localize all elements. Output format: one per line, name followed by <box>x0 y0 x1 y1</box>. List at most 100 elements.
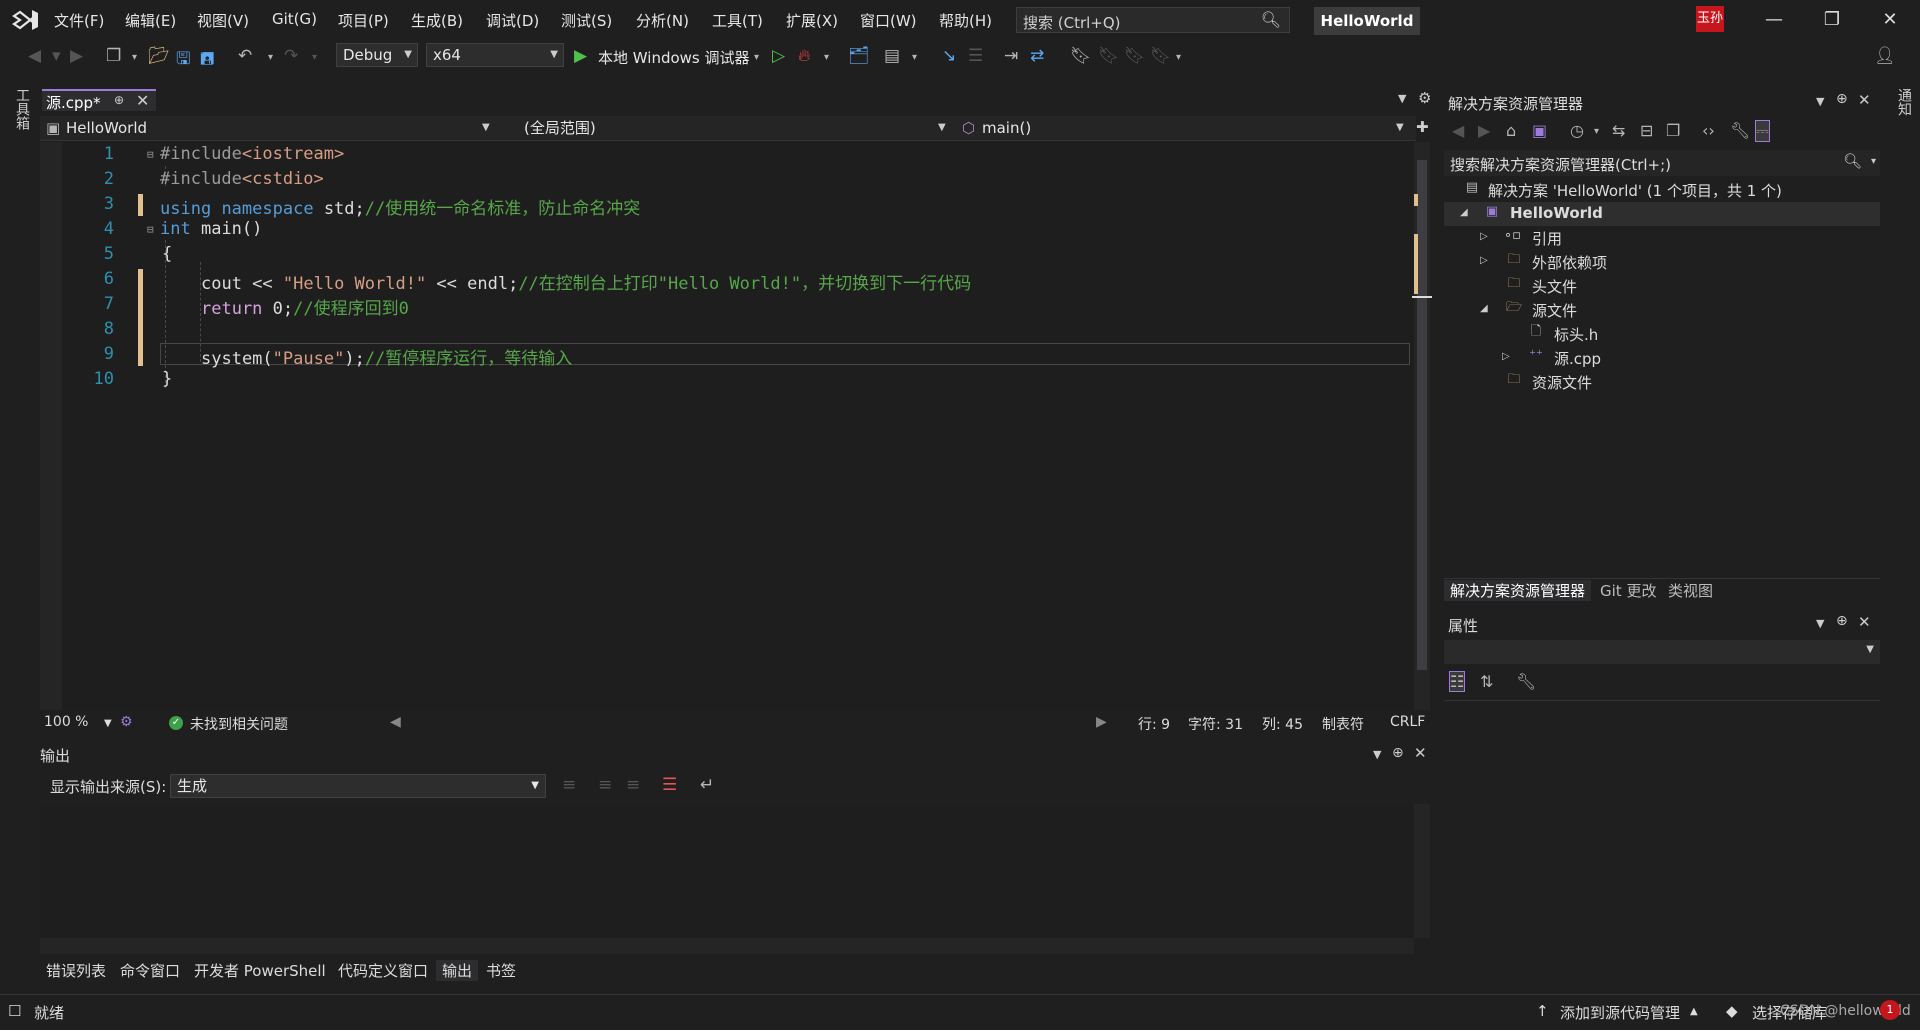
expanded-arrow-icon[interactable]: ◢ <box>1480 303 1488 314</box>
close-tab-icon[interactable]: ✕ <box>136 91 149 110</box>
toolbox-tab[interactable]: 工具箱 <box>12 88 32 130</box>
pin-icon[interactable]: ⊕ <box>114 93 124 107</box>
menu-analyze[interactable]: 分析(N) <box>636 10 689 31</box>
go-to-location-icon[interactable]: ≡ <box>562 775 576 795</box>
menu-debug[interactable]: 调试(D) <box>486 10 539 31</box>
output-horizontal-scrollbar[interactable] <box>40 938 1414 954</box>
settings-gear-icon[interactable]: ⚙ <box>1418 89 1431 107</box>
zoom-dropdown-icon[interactable]: ▼ <box>104 718 112 729</box>
chevron-down-icon[interactable]: ▼ <box>1396 116 1404 140</box>
close-panel-icon[interactable]: ✕ <box>1858 91 1871 109</box>
redo-dropdown-icon[interactable]: ▾ <box>312 52 317 63</box>
property-pages-icon[interactable]: 🔧︎ <box>1516 672 1536 691</box>
notifications-tab[interactable]: 通知 <box>1894 88 1914 116</box>
properties-object-select[interactable]: ▼ <box>1444 640 1880 664</box>
hot-reload-icon[interactable]: 🔥︎ <box>798 46 810 66</box>
tree-solution[interactable]: ▤ 解决方案 'HelloWorld' (1 个项目，共 1 个) <box>1444 178 1880 202</box>
nav-dropdown-icon[interactable]: ▾ <box>52 46 61 66</box>
layout-dropdown-icon[interactable]: ▾ <box>912 52 917 63</box>
solution-configuration-select[interactable]: Debug ▼ <box>336 43 418 67</box>
sync-icon[interactable]: ⇆ <box>1612 121 1625 140</box>
browse-folder-icon[interactable]: 🗂︎ <box>848 46 870 66</box>
forward-icon[interactable]: ▶ <box>1478 121 1490 140</box>
panel-menu-icon[interactable]: ▼ <box>1816 95 1824 108</box>
pin-icon[interactable]: ⊕ <box>1392 745 1404 761</box>
menu-build[interactable]: 生成(B) <box>411 10 463 31</box>
line-ending-indicator[interactable]: CRLF <box>1390 714 1425 730</box>
restore-icon[interactable]: ❐ <box>1812 8 1852 32</box>
prev-bookmark-icon[interactable]: 🔖︎ <box>1098 46 1120 66</box>
solution-platform-select[interactable]: x64 ▼ <box>426 43 564 67</box>
tabs-indicator[interactable]: 制表符 <box>1322 714 1364 734</box>
tab-bookmarks[interactable]: 书签 <box>486 960 516 981</box>
close-panel-icon[interactable]: ✕ <box>1858 613 1871 631</box>
tab-command-window[interactable]: 命令窗口 <box>120 960 180 981</box>
debugger-target-button[interactable]: 本地 Windows 调试器 <box>598 47 750 68</box>
nav-member-select[interactable]: main() <box>982 116 1031 140</box>
clear-bookmarks-icon[interactable]: 🔖︎ <box>1150 46 1172 66</box>
minimize-icon[interactable]: — <box>1754 8 1794 32</box>
preview-selected-icon[interactable]: ⎓ <box>1755 120 1770 142</box>
tree-source-files[interactable]: ◢ 🗁︎ 源文件 <box>1444 298 1880 322</box>
tab-git-changes[interactable]: Git 更改 <box>1600 580 1656 601</box>
user-avatar[interactable]: 玉孙 <box>1696 6 1724 32</box>
tree-resource-files[interactable]: 🗀︎ 资源文件 <box>1444 370 1880 394</box>
collapse-all-icon[interactable]: ⊟ <box>1640 121 1653 140</box>
hot-reload-dropdown-icon[interactable]: ▾ <box>824 52 829 63</box>
switch-views-icon[interactable]: ▣ <box>1532 121 1547 140</box>
menu-project[interactable]: 项目(P) <box>338 10 389 31</box>
tree-project[interactable]: ◢ ▣ HelloWorld <box>1444 202 1880 226</box>
close-panel-icon[interactable]: ✕ <box>1414 744 1427 762</box>
tree-header-file[interactable]: 🗋︎ 标头.h <box>1444 322 1880 346</box>
output-vertical-scrollbar[interactable] <box>1414 804 1430 938</box>
next-bookmark-icon[interactable]: 🔖︎ <box>1124 46 1146 66</box>
tree-external-deps[interactable]: ▷ 🗀︎ 外部依赖项 <box>1444 250 1880 274</box>
close-window-icon[interactable]: ✕ <box>1870 8 1910 32</box>
nav-project-select[interactable]: HelloWorld <box>66 116 147 140</box>
properties-wrench-icon[interactable]: 🔧︎ <box>1730 121 1750 140</box>
start-debugging-icon[interactable]: ▶ <box>574 46 587 66</box>
line-indicator[interactable]: 行: 9 <box>1138 714 1170 734</box>
add-to-source-control-button[interactable]: 添加到源代码管理 <box>1560 1002 1680 1023</box>
format-icon[interactable]: ⇄ <box>1030 46 1044 66</box>
collapse-icon[interactable]: ⊟ <box>147 148 154 161</box>
back-icon[interactable]: ◀ <box>1452 121 1464 140</box>
expanded-arrow-icon[interactable]: ◢ <box>1460 207 1468 218</box>
menu-help[interactable]: 帮助(H) <box>939 10 992 31</box>
chevron-up-icon[interactable]: ▲ <box>1690 1006 1698 1017</box>
layout-icon[interactable]: ▤ <box>884 46 900 66</box>
pin-icon[interactable]: ⊕ <box>1836 613 1848 629</box>
tab-code-definition[interactable]: 代码定义窗口 <box>338 960 428 981</box>
chevron-down-icon[interactable]: ▼ <box>938 116 946 140</box>
bookmark-icon[interactable]: 🔖︎ <box>1070 46 1092 66</box>
tab-output[interactable]: 输出 <box>436 960 479 981</box>
tree-references[interactable]: ▷ ∘▫ 引用 <box>1444 226 1880 250</box>
live-share-icon[interactable]: 👤︎ <box>1874 46 1896 66</box>
panel-menu-icon[interactable]: ▼ <box>1816 617 1824 630</box>
view-code-icon[interactable]: ‹› <box>1702 121 1715 140</box>
intellicode-icon[interactable]: ⚙ <box>120 714 133 730</box>
menu-test[interactable]: 测试(S) <box>561 10 612 31</box>
open-folder-icon[interactable]: 📂︎ <box>148 46 170 66</box>
save-all-icon[interactable]: 🖪︎ <box>200 46 214 75</box>
start-without-debugging-icon[interactable]: ▷ <box>772 46 785 66</box>
visual-studio-logo-icon[interactable] <box>12 8 40 32</box>
redo-icon[interactable]: ↷ <box>284 46 298 66</box>
pending-changes-icon[interactable]: ◷ <box>1570 121 1584 140</box>
tree-source-file[interactable]: ▷ ⁺⁺ 源.cpp <box>1444 346 1880 370</box>
scroll-left-icon[interactable]: ◀ <box>390 714 401 730</box>
collapsed-arrow-icon[interactable]: ▷ <box>1480 255 1488 266</box>
menu-edit[interactable]: 编辑(E) <box>125 10 176 31</box>
pending-dropdown-icon[interactable]: ▾ <box>1594 126 1599 137</box>
step-icon[interactable]: ↘ <box>942 46 956 66</box>
tree-header-files[interactable]: 🗀︎ 头文件 <box>1444 274 1880 298</box>
menu-view[interactable]: 视图(V) <box>197 10 249 31</box>
menu-window[interactable]: 窗口(W) <box>860 10 917 31</box>
output-source-select[interactable]: 生成 ▼ <box>170 774 546 798</box>
new-project-dropdown-icon[interactable]: ▾ <box>132 52 137 63</box>
save-icon[interactable]: 🖫︎ <box>176 46 190 75</box>
nav-back-icon[interactable]: ◀ <box>28 46 41 66</box>
tab-error-list[interactable]: 错误列表 <box>46 960 106 981</box>
undo-icon[interactable]: ↶ <box>238 46 252 66</box>
home-icon[interactable]: ⌂ <box>1506 121 1516 140</box>
